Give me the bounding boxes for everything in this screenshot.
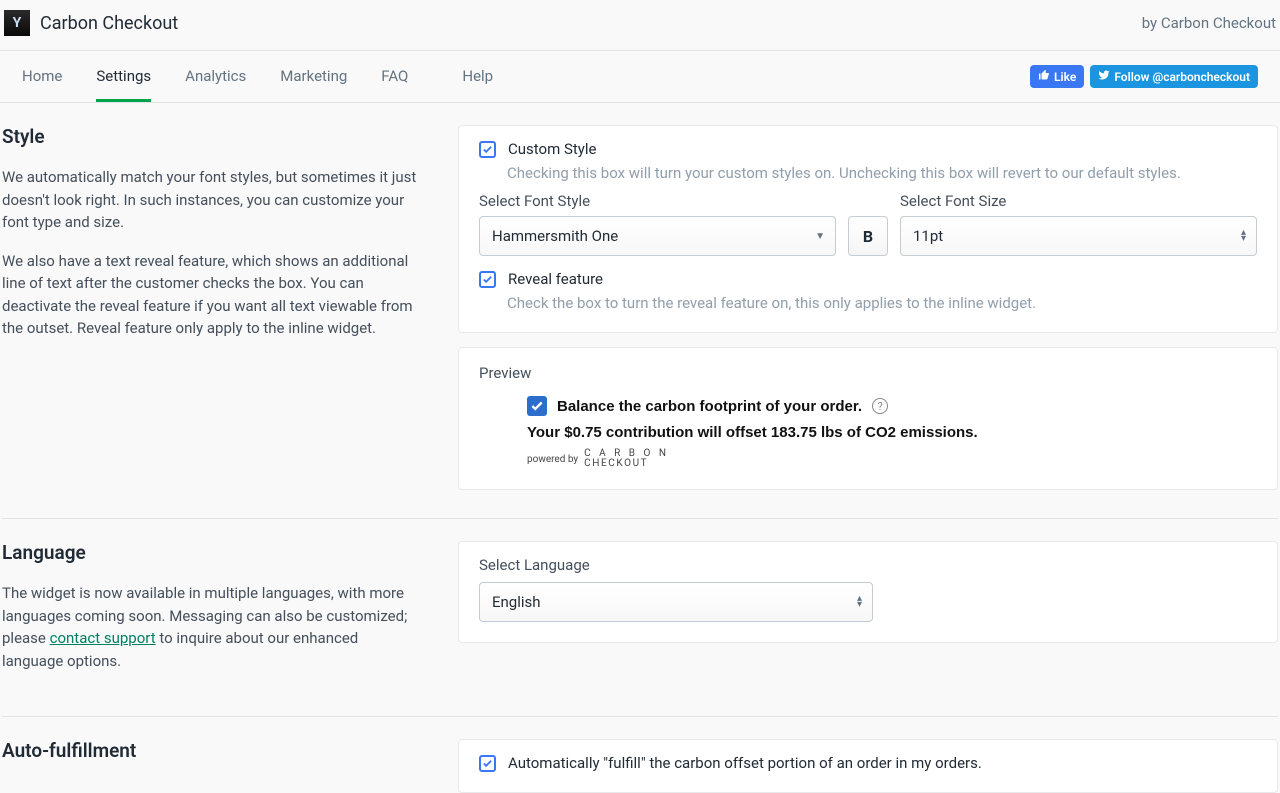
font-size-field: Select Font Size 11pt ▴▾ bbox=[900, 192, 1257, 256]
custom-style-checkbox[interactable] bbox=[479, 141, 496, 158]
language-right-col: Select Language English ▴▾ bbox=[458, 541, 1278, 688]
language-card: Select Language English ▴▾ bbox=[458, 541, 1278, 643]
app-header: Y Carbon Checkout by Carbon Checkout bbox=[0, 0, 1280, 51]
custom-style-row: Custom Style bbox=[479, 140, 1257, 158]
font-style-select[interactable]: Hammersmith One ▼ bbox=[479, 216, 836, 256]
preview-card: Preview Balance the carbon footprint of … bbox=[458, 347, 1278, 490]
section-autofulfill: Auto-fulfillment Automatically "fulfill"… bbox=[2, 739, 1278, 793]
preview-label: Preview bbox=[479, 364, 1257, 382]
powered-by-label: powered by bbox=[527, 454, 578, 465]
language-left-col: Language The widget is now available in … bbox=[2, 541, 422, 688]
reveal-hint: Check the box to turn the reveal feature… bbox=[507, 294, 1257, 312]
contact-support-link[interactable]: contact support bbox=[50, 629, 156, 647]
font-style-label: Select Font Style bbox=[479, 192, 836, 210]
social-buttons: Like Follow @carboncheckout bbox=[1030, 65, 1258, 88]
app-byline: by Carbon Checkout bbox=[1142, 14, 1276, 32]
tab-analytics[interactable]: Analytics bbox=[185, 51, 246, 102]
language-desc: The widget is now available in multiple … bbox=[2, 582, 422, 672]
nav-tabs: Home Settings Analytics Marketing FAQ He… bbox=[22, 51, 493, 102]
autofulfill-title: Auto-fulfillment bbox=[2, 739, 422, 762]
tab-home[interactable]: Home bbox=[22, 51, 62, 102]
language-title: Language bbox=[2, 541, 422, 564]
chevron-down-icon: ▼ bbox=[815, 231, 825, 242]
app-icon: Y bbox=[4, 10, 30, 36]
tab-help[interactable]: Help bbox=[462, 51, 493, 102]
autofulfill-right-col: Automatically "fulfill" the carbon offse… bbox=[458, 739, 1278, 793]
facebook-like-button[interactable]: Like bbox=[1030, 65, 1084, 88]
autofulfill-checkbox[interactable] bbox=[479, 755, 496, 772]
tab-settings[interactable]: Settings bbox=[96, 51, 151, 102]
nav-bar: Home Settings Analytics Marketing FAQ He… bbox=[0, 51, 1280, 103]
twitter-icon bbox=[1098, 69, 1110, 84]
font-size-label: Select Font Size bbox=[900, 192, 1257, 210]
help-icon[interactable]: ? bbox=[872, 398, 888, 414]
section-style: Style We automatically match your font s… bbox=[2, 125, 1278, 519]
custom-style-label: Custom Style bbox=[508, 140, 596, 158]
content: Style We automatically match your font s… bbox=[0, 103, 1280, 793]
custom-style-hint: Checking this box will turn your custom … bbox=[507, 164, 1257, 182]
language-select-value: English bbox=[492, 593, 541, 611]
autofulfill-row: Automatically "fulfill" the carbon offse… bbox=[479, 754, 1257, 772]
powered-by: powered by C A R B O N CHECKOUT bbox=[527, 449, 1257, 469]
tab-marketing[interactable]: Marketing bbox=[280, 51, 347, 102]
twitter-follow-button[interactable]: Follow @carboncheckout bbox=[1090, 65, 1258, 88]
style-card: Custom Style Checking this box will turn… bbox=[458, 125, 1278, 333]
style-desc-2: We also have a text reveal feature, whic… bbox=[2, 250, 422, 340]
autofulfill-card: Automatically "fulfill" the carbon offse… bbox=[458, 739, 1278, 793]
carbon-checkout-logo: C A R B O N CHECKOUT bbox=[584, 449, 669, 469]
select-arrows-icon: ▴▾ bbox=[857, 596, 862, 608]
preview-body: Balance the carbon footprint of your ord… bbox=[479, 396, 1257, 469]
tw-follow-label: Follow @carboncheckout bbox=[1114, 70, 1250, 84]
preview-subtext: Your $0.75 contribution will offset 183.… bbox=[527, 424, 1257, 441]
header-left: Y Carbon Checkout bbox=[4, 10, 178, 36]
reveal-label: Reveal feature bbox=[508, 270, 603, 288]
font-size-select[interactable]: 11pt ▴▾ bbox=[900, 216, 1257, 256]
font-size-value: 11pt bbox=[913, 227, 943, 245]
section-language: Language The widget is now available in … bbox=[2, 541, 1278, 717]
font-style-field: Select Font Style Hammersmith One ▼ bbox=[479, 192, 836, 256]
reveal-row: Reveal feature bbox=[479, 270, 1257, 288]
reveal-checkbox[interactable] bbox=[479, 271, 496, 288]
app-title: Carbon Checkout bbox=[40, 13, 178, 34]
tab-faq[interactable]: FAQ bbox=[381, 51, 408, 102]
preview-headline: Balance the carbon footprint of your ord… bbox=[557, 398, 862, 415]
language-select-label: Select Language bbox=[479, 556, 1257, 574]
font-style-value: Hammersmith One bbox=[492, 227, 618, 245]
style-title: Style bbox=[2, 125, 422, 148]
autofulfill-left-col: Auto-fulfillment bbox=[2, 739, 422, 793]
fb-like-label: Like bbox=[1054, 70, 1076, 84]
language-select[interactable]: English ▴▾ bbox=[479, 582, 873, 622]
preview-checkbox[interactable] bbox=[527, 396, 547, 416]
autofulfill-label: Automatically "fulfill" the carbon offse… bbox=[508, 754, 982, 772]
preview-check-row: Balance the carbon footprint of your ord… bbox=[527, 396, 1257, 416]
font-fields-row: Select Font Style Hammersmith One ▼ B Se… bbox=[479, 192, 1257, 256]
style-right-col: Custom Style Checking this box will turn… bbox=[458, 125, 1278, 490]
style-left-col: Style We automatically match your font s… bbox=[2, 125, 422, 490]
logo-line2: CHECKOUT bbox=[584, 459, 669, 469]
bold-label: B bbox=[863, 227, 873, 246]
thumbs-up-icon bbox=[1038, 69, 1050, 84]
style-desc-1: We automatically match your font styles,… bbox=[2, 166, 422, 234]
bold-button[interactable]: B bbox=[848, 216, 888, 256]
select-arrows-icon: ▴▾ bbox=[1241, 230, 1246, 242]
